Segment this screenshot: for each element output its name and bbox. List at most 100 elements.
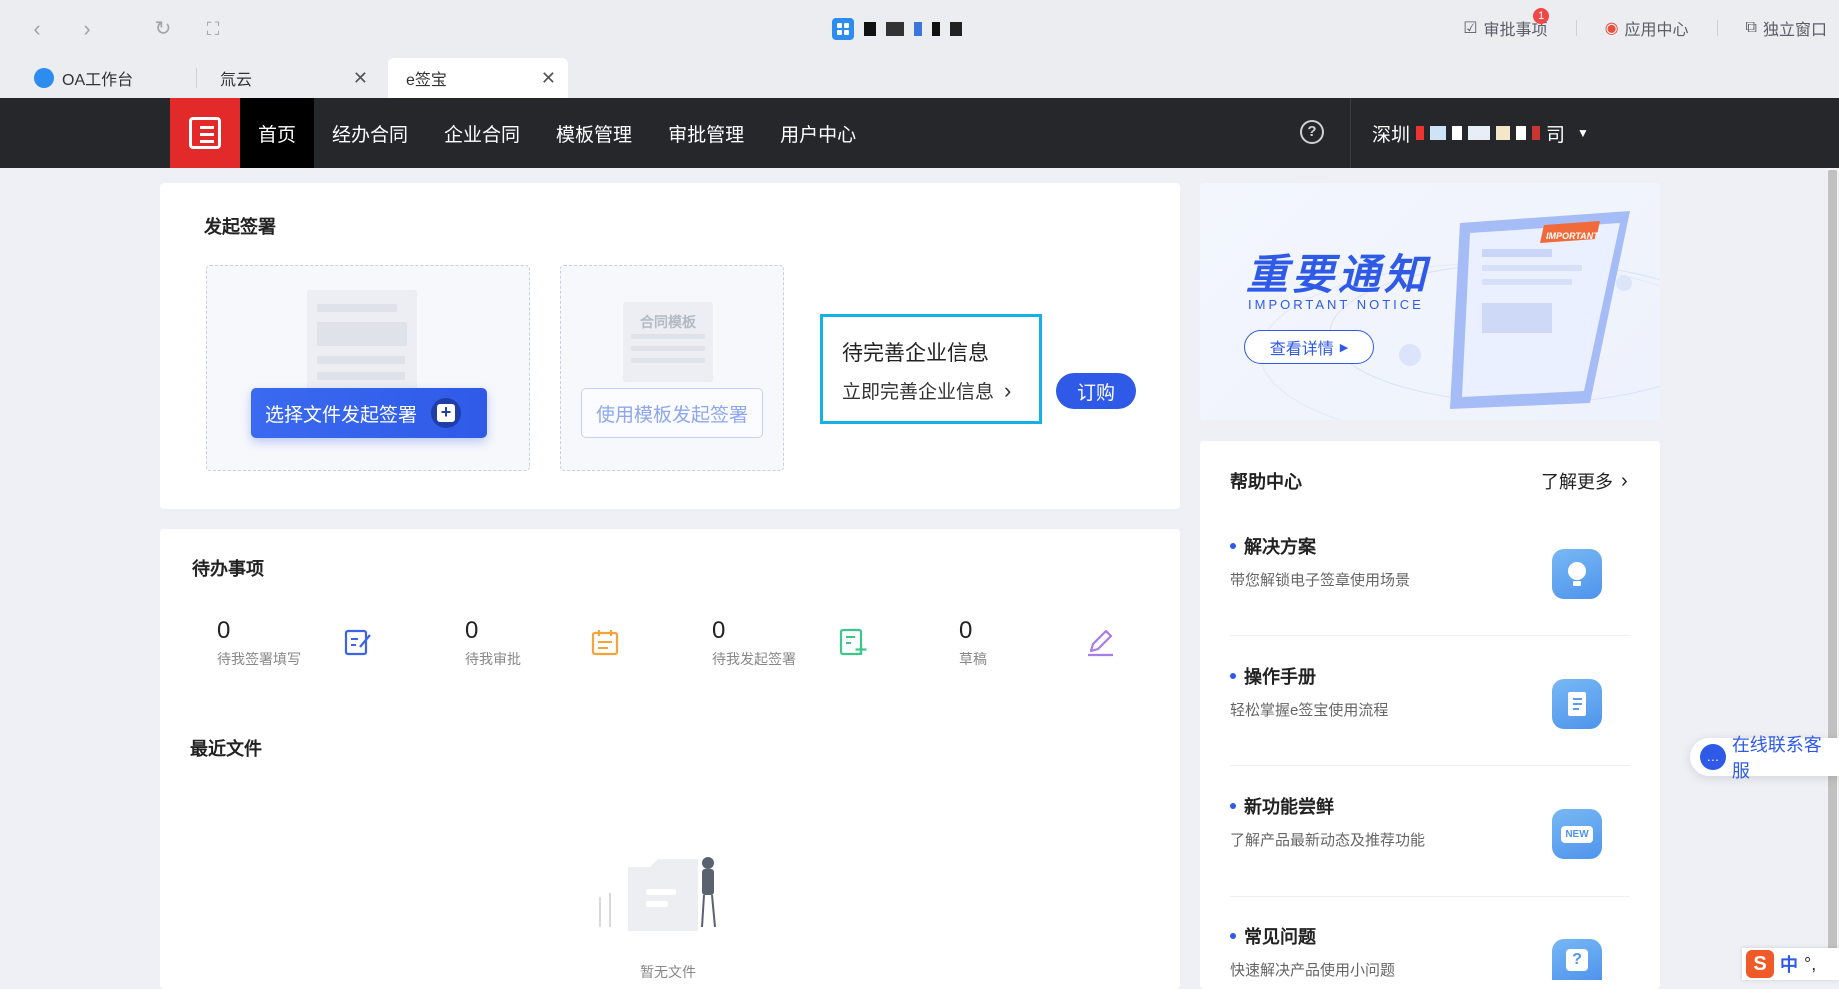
file-upload-area[interactable]: 选择文件发起签署 + <box>206 265 530 471</box>
menu-item-user-center[interactable]: 用户中心 <box>762 98 874 168</box>
stat-value: 0 <box>959 617 973 644</box>
menu-item-handled-contracts[interactable]: 经办合同 <box>314 98 426 168</box>
select-file-button[interactable]: 选择文件发起签署 + <box>251 388 487 438</box>
app-header: 首页 经办合同 企业合同 模板管理 审批管理 用户中心 ? 深圳 司 ▼ <box>0 98 1839 168</box>
edit-document-icon <box>344 629 371 656</box>
chat-icon: … <box>1700 744 1726 770</box>
ime-punct: °, <box>1804 953 1817 974</box>
caret-down-icon: ▼ <box>1577 126 1589 140</box>
logo-icon <box>189 117 221 149</box>
todo-title: 待办事项 <box>192 559 264 579</box>
stat-label: 草稿 <box>959 651 987 667</box>
window-title <box>832 17 962 41</box>
notice-banner[interactable]: IMPORTANT 重要通知 IMPORTANT NOTICE 查看详情 ▶ <box>1200 183 1660 420</box>
tab-strip: OA工作台 氚云 ✕ e签宝 ✕ <box>0 58 1839 98</box>
stat-to-sign[interactable]: 0 待我签署填写 <box>217 617 301 669</box>
banner-bg: IMPORTANT 重要通知 IMPORTANT NOTICE 查看详情 ▶ <box>1200 183 1660 420</box>
chevron-right-icon: › <box>1621 469 1628 492</box>
stat-label: 待我签署填写 <box>217 651 301 667</box>
help-item-title[interactable]: 操作手册 <box>1230 663 1316 689</box>
new-badge-text: NEW <box>1561 825 1593 843</box>
sogou-ime-icon: S <box>1746 950 1774 978</box>
close-icon[interactable]: ✕ <box>353 68 368 89</box>
question-mark: ? <box>1566 948 1588 971</box>
add-document-icon <box>839 628 867 656</box>
chevron-right-icon[interactable]: › <box>74 16 100 42</box>
help-item-title-text: 操作手册 <box>1244 667 1316 687</box>
external-window-icon: ⧉ <box>1745 19 1757 36</box>
view-details-button[interactable]: 查看详情 ▶ <box>1244 330 1374 364</box>
learn-more-label: 了解更多 <box>1541 472 1613 492</box>
complete-info-label: 立即完善企业信息 <box>842 382 995 403</box>
view-details-label: 查看详情 <box>1269 341 1334 358</box>
play-icon: ▶ <box>1339 341 1349 354</box>
tab-label: e签宝 <box>406 72 447 89</box>
notice-title: 待完善企业信息 <box>842 342 989 365</box>
help-item-desc: 带您解锁电子签章使用场景 <box>1230 572 1411 589</box>
menu-item-company-contracts[interactable]: 企业合同 <box>426 98 538 168</box>
app-center-label: 应用中心 <box>1624 22 1689 39</box>
help-item-title[interactable]: 常见问题 <box>1230 923 1316 949</box>
help-item-title[interactable]: 新功能尝鲜 <box>1230 793 1334 819</box>
esign-logo[interactable] <box>170 98 240 168</box>
app-center-tool[interactable]: ◉ 应用中心 <box>1605 16 1689 40</box>
ime-mode: 中 <box>1780 955 1798 975</box>
help-item-title-text: 解决方案 <box>1244 537 1316 557</box>
stat-value: 0 <box>712 617 726 644</box>
tab-esign[interactable]: e签宝 ✕ <box>388 58 568 98</box>
bullet-dot <box>1230 673 1236 679</box>
question-icon[interactable]: ? <box>1552 939 1602 980</box>
help-icon[interactable]: ? <box>1300 120 1324 144</box>
stat-value: 0 <box>465 617 479 644</box>
company-switcher[interactable]: 深圳 司 ▼ <box>1372 120 1589 146</box>
stat-label: 待我发起签署 <box>712 651 796 667</box>
online-service-label: 在线联系客服 <box>1731 735 1822 781</box>
lightbulb-icon[interactable] <box>1552 549 1602 599</box>
menu-item-approvals[interactable]: 审批管理 <box>650 98 762 168</box>
online-service-button[interactable]: … 在线联系客服 <box>1690 735 1839 781</box>
new-badge-icon[interactable]: NEW <box>1552 809 1602 859</box>
complete-info-link[interactable]: 立即完善企业信息 › <box>842 377 1011 404</box>
manual-icon[interactable] <box>1552 679 1602 729</box>
learn-more-link[interactable]: 了解更多 › <box>1541 468 1628 494</box>
close-icon[interactable]: ✕ <box>541 68 556 89</box>
subscribe-button[interactable]: 订购 <box>1056 373 1136 409</box>
tab-label: 氚云 <box>220 72 253 89</box>
ime-toolbar[interactable]: S 中 °, <box>1742 948 1839 980</box>
standalone-window-tool[interactable]: ⧉ 独立窗口 <box>1746 16 1827 40</box>
help-item-desc: 了解产品最新动态及推荐功能 <box>1230 832 1426 849</box>
standalone-label: 独立窗口 <box>1762 22 1827 39</box>
banner-subtitle: IMPORTANT NOTICE <box>1248 297 1424 312</box>
fullscreen-icon[interactable]: ⛶ <box>200 16 226 42</box>
initiate-title: 发起签署 <box>204 217 276 237</box>
help-item-title-text: 常见问题 <box>1244 927 1316 947</box>
scroll-thumb[interactable] <box>1828 170 1837 980</box>
app-center-icon: ◉ <box>1604 20 1619 37</box>
stat-to-approve[interactable]: 0 待我审批 <box>465 617 521 669</box>
reload-icon[interactable]: ↻ <box>150 16 176 42</box>
help-center-title: 帮助中心 <box>1230 472 1302 492</box>
page-scrollbar[interactable] <box>1826 168 1839 980</box>
menu-item-templates[interactable]: 模板管理 <box>538 98 650 168</box>
oa-logo-icon <box>34 68 54 88</box>
empty-text: 暂无文件 <box>640 964 696 980</box>
chevron-left-icon[interactable]: ‹ <box>24 16 50 42</box>
stat-to-initiate[interactable]: 0 待我发起签署 <box>712 617 796 669</box>
main-menu: 首页 经办合同 企业合同 模板管理 审批管理 用户中心 <box>240 98 874 168</box>
plus-icon: + <box>431 398 462 428</box>
help-item-desc: 快速解决产品使用小问题 <box>1230 962 1396 979</box>
company-name-suffix: 司 <box>1546 124 1566 146</box>
tab-oa[interactable]: OA工作台 <box>24 58 194 98</box>
stat-label: 待我审批 <box>465 651 521 667</box>
tab-label: OA工作台 <box>62 72 134 89</box>
company-name-prefix: 深圳 <box>1372 124 1411 146</box>
initiate-signing-card: 发起签署 选择文件发起签署 + 合同模板 使用模板发起签署 待完善企业信息 立即… <box>160 183 1180 509</box>
menu-item-home[interactable]: 首页 <box>240 98 315 168</box>
stat-drafts[interactable]: 0 草稿 <box>959 617 987 669</box>
approval-tool[interactable]: ☑ 审批事项 1 <box>1463 8 1550 40</box>
use-template-button[interactable]: 使用模板发起签署 <box>581 388 763 438</box>
help-item-title[interactable]: 解决方案 <box>1230 533 1316 559</box>
template-area[interactable]: 合同模板 使用模板发起签署 <box>560 265 784 471</box>
tab-chuanyun[interactable]: 氚云 ✕ <box>210 58 380 98</box>
banner-title: 重要通知 <box>1246 251 1431 298</box>
